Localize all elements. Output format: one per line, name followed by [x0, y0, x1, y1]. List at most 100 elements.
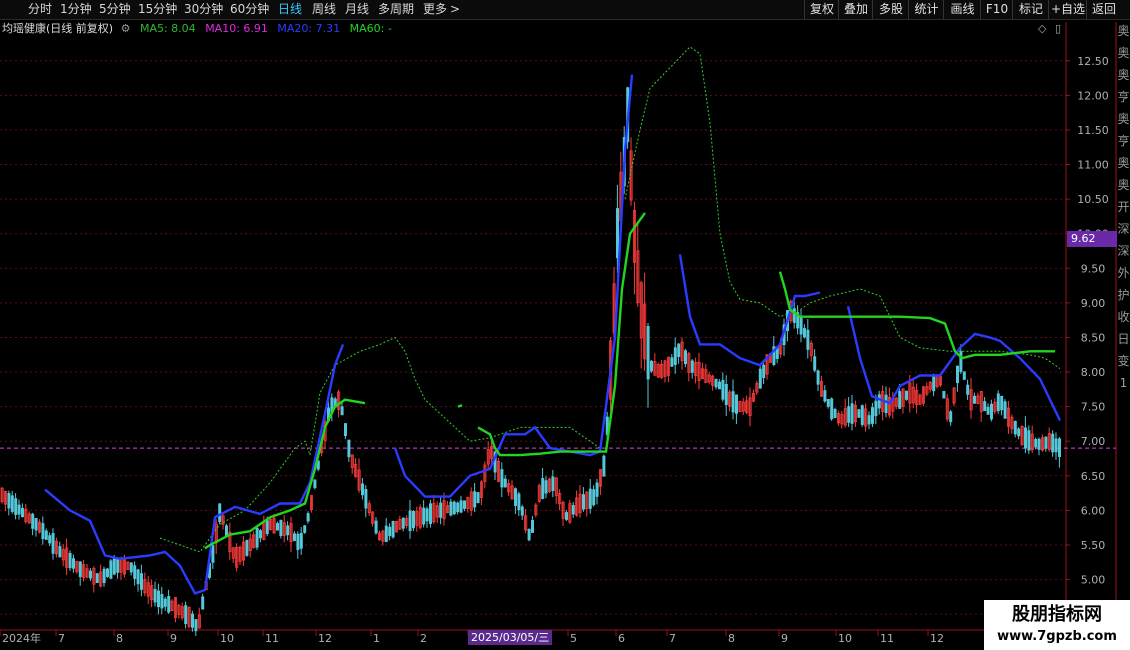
more-arrow-icon[interactable]: > — [450, 1, 460, 18]
candle-body — [830, 398, 834, 420]
candle-body — [106, 568, 110, 577]
toolbar-button-8[interactable]: 返回 — [1086, 0, 1121, 19]
candle-body — [541, 478, 545, 499]
toolbar-button-2[interactable]: 多股 — [872, 0, 909, 19]
ma60-line — [204, 398, 366, 550]
x-tick-label: 10 — [838, 632, 852, 645]
tab-1[interactable]: 1分钟 — [60, 1, 92, 18]
toolbar-button-4[interactable]: 画线 — [943, 0, 981, 19]
tab-8[interactable]: 月线 — [345, 1, 369, 18]
ma-dotted-line — [159, 336, 601, 553]
panel-toggle-icon[interactable]: ▯ — [1055, 22, 1061, 35]
candle-body — [163, 598, 167, 607]
current-price-tag: 9.62 — [1067, 231, 1117, 247]
candle-body — [292, 533, 296, 542]
candle-body — [670, 357, 674, 367]
candle-body — [949, 411, 953, 423]
candle-body — [877, 394, 881, 409]
candle-body — [265, 520, 269, 535]
ma60-line — [778, 271, 1055, 360]
candle-body — [1058, 438, 1062, 458]
tab-0[interactable]: 分时 — [28, 1, 52, 18]
toolbar-button-3[interactable]: 统计 — [908, 0, 944, 19]
candle-body — [245, 539, 249, 556]
candle-body — [279, 519, 283, 536]
candle-body — [303, 525, 307, 533]
x-tick-label: 12 — [930, 632, 944, 645]
tab-10[interactable]: 更多 — [423, 1, 447, 18]
candle-body — [595, 482, 599, 497]
candle-body — [758, 368, 762, 389]
candle-body — [544, 480, 548, 494]
candle-body — [258, 530, 262, 539]
candle-body — [190, 613, 194, 628]
candle-body — [299, 532, 303, 549]
candle-body — [194, 619, 198, 632]
candle-body — [582, 494, 586, 510]
x-tick-label: 1 — [373, 632, 380, 645]
toolbar-button-6[interactable]: 标记 — [1012, 0, 1049, 19]
side-char: 护 — [1117, 288, 1130, 302]
candle-body — [714, 378, 718, 388]
watermark-url: www.7gpzb.com — [997, 629, 1117, 644]
tab-9[interactable]: 多周期 — [378, 1, 414, 18]
candle-body — [990, 403, 994, 420]
diamond-icon[interactable]: ◇ — [1038, 22, 1046, 35]
tab-6[interactable]: 日线 — [278, 1, 302, 18]
candle-body — [102, 568, 106, 584]
toolbar-button-5[interactable]: F10 — [980, 0, 1013, 19]
side-char: 奥 — [1117, 178, 1130, 192]
candle-body — [531, 519, 535, 533]
candle-body — [422, 507, 426, 525]
candle-body — [275, 523, 279, 531]
side-char: 奥 — [1117, 68, 1130, 82]
tab-3[interactable]: 15分钟 — [138, 1, 177, 18]
candle-body — [391, 520, 395, 538]
candle-body — [462, 500, 466, 509]
ma10-label: MA10: 6.91 — [205, 22, 268, 35]
toolbar-button-1[interactable]: 叠加 — [838, 0, 873, 19]
candle-body — [850, 403, 854, 424]
tab-7[interactable]: 周线 — [312, 1, 336, 18]
candle-body — [136, 569, 140, 585]
x-tick-label: 11 — [265, 632, 279, 645]
candle-body — [571, 505, 575, 515]
x-tick-label: 8 — [116, 632, 123, 645]
side-char: 外 — [1117, 266, 1130, 280]
kline-chart[interactable]: 12.5012.0011.5011.0010.5010.009.509.008.… — [0, 0, 1130, 650]
candle-body — [201, 596, 205, 610]
tab-4[interactable]: 30分钟 — [184, 1, 223, 18]
candle-body — [1054, 438, 1058, 453]
y-tick-label: 11.50 — [1077, 124, 1109, 137]
candle-body — [31, 513, 35, 529]
candle-body — [874, 400, 878, 417]
candle-body — [1027, 430, 1031, 451]
toolbar-button-7[interactable]: +自选 — [1048, 0, 1087, 19]
candle-body — [1051, 433, 1055, 453]
tab-2[interactable]: 5分钟 — [99, 1, 131, 18]
candle-body — [816, 370, 820, 385]
candle-body — [112, 558, 116, 575]
y-tick-label: 8.50 — [1081, 331, 1106, 344]
side-char: 开 — [1117, 200, 1130, 214]
ma60-line — [457, 404, 463, 408]
candle-body — [884, 394, 888, 414]
settings-icon[interactable]: ⚙ — [121, 22, 131, 35]
candle-body — [1000, 395, 1004, 411]
tab-5[interactable]: 60分钟 — [230, 1, 269, 18]
candle-body — [833, 409, 837, 419]
ma20-line — [393, 74, 634, 498]
candle-body — [956, 365, 960, 384]
side-char: 变 — [1117, 354, 1130, 368]
candle-body — [673, 347, 677, 365]
candle-body — [871, 407, 875, 424]
candle-body — [1037, 438, 1041, 450]
toolbar-button-0[interactable]: 复权 — [804, 0, 839, 19]
stock-title: 均瑶健康(日线 前复权) — [2, 22, 114, 35]
candle-body — [388, 526, 392, 537]
candle-body — [68, 552, 72, 569]
candle-body — [452, 501, 456, 515]
side-char: 亨 — [1117, 90, 1130, 104]
candle-body — [905, 390, 909, 400]
watermark-title: 股朋指标网 — [1012, 604, 1102, 625]
